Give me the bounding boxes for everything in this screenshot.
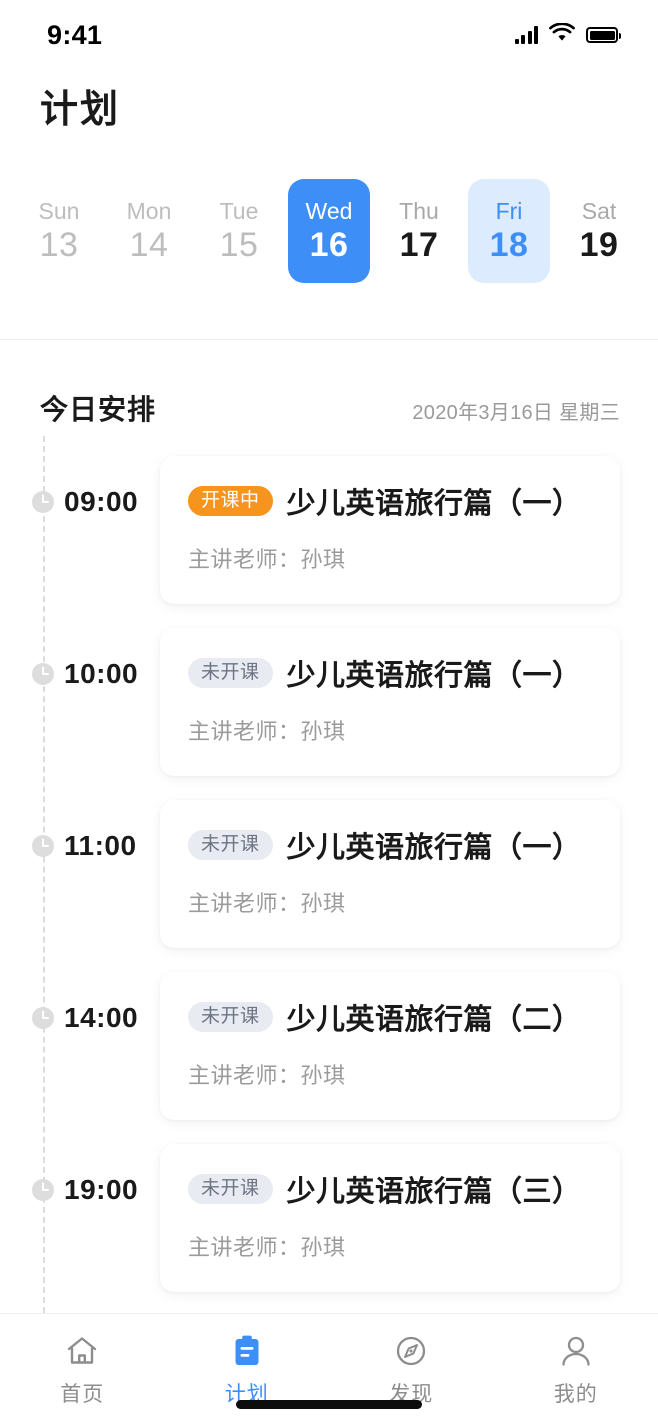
signal-bars-icon [514, 26, 538, 44]
schedule-item-card[interactable]: 开课中 少儿英语旅行篇（一） 主讲老师：孙琪 [160, 455, 620, 604]
compass-icon [392, 1332, 430, 1370]
clock-icon [30, 661, 56, 687]
schedule-item-time-column: 09:00 [0, 456, 160, 518]
day-cell-mon[interactable]: Mon 14 [108, 179, 190, 283]
day-name: Tue [219, 197, 259, 224]
status-badge: 未开课 [188, 1173, 273, 1204]
tab-discover[interactable]: 发现 [329, 1332, 494, 1408]
schedule-item-card-header: 未开课 少儿英语旅行篇（二） [188, 996, 594, 1038]
course-title: 少儿英语旅行篇（一） [286, 659, 582, 692]
schedule-item[interactable]: 10:00 未开课 少儿英语旅行篇（一） 主讲老师：孙琪 [0, 627, 658, 776]
day-name: Fri [495, 197, 523, 224]
tab-label: 我的 [553, 1382, 598, 1406]
schedule-item-time: 10:00 [64, 657, 139, 689]
day-number: 17 [399, 225, 439, 264]
day-number: 14 [129, 225, 169, 264]
course-teacher: 主讲老师：孙琪 [188, 1062, 346, 1088]
day-number: 15 [219, 225, 259, 264]
schedule-item-time: 19:00 [64, 1173, 139, 1205]
tab-plan[interactable]: 计划 [165, 1332, 330, 1408]
course-title: 少儿英语旅行篇（三） [286, 1175, 582, 1208]
clock-icon [30, 1005, 56, 1031]
home-icon [63, 1332, 101, 1370]
day-name: Sun [38, 197, 80, 224]
course-title: 少儿英语旅行篇（一） [286, 487, 582, 520]
schedule-item-card-header: 开课中 少儿英语旅行篇（一） [188, 480, 594, 522]
status-bar-icons [514, 22, 621, 47]
day-number: 13 [39, 225, 79, 264]
schedule-item-card[interactable]: 未开课 少儿英语旅行篇（一） 主讲老师：孙琪 [160, 627, 620, 776]
schedule-item-time-column: 19:00 [0, 1144, 160, 1206]
day-number: 16 [309, 225, 349, 264]
schedule-item-time-column: 14:00 [0, 972, 160, 1034]
schedule-item-time-column: 10:00 [0, 628, 160, 690]
schedule-item[interactable]: 09:00 开课中 少儿英语旅行篇（一） 主讲老师：孙琪 [0, 455, 658, 604]
day-name: Mon [126, 197, 172, 224]
day-cell-tue[interactable]: Tue 15 [198, 179, 280, 283]
schedule-item[interactable]: 14:00 未开课 少儿英语旅行篇（二） 主讲老师：孙琪 [0, 971, 658, 1120]
course-title: 少儿英语旅行篇（一） [286, 831, 582, 864]
schedule-date-label: 2020年3月16日 星期三 [412, 401, 620, 424]
schedule-item-card[interactable]: 未开课 少儿英语旅行篇（一） 主讲老师：孙琪 [160, 799, 620, 948]
schedule-item-time: 14:00 [64, 1001, 139, 1033]
battery-full-icon [586, 27, 621, 43]
day-name: Thu [399, 197, 439, 224]
schedule-section-title: 今日安排 [40, 393, 157, 425]
schedule-item-card[interactable]: 未开课 少儿英语旅行篇（二） 主讲老师：孙琪 [160, 971, 620, 1120]
wifi-icon [549, 22, 575, 47]
schedule-item-card[interactable]: 未开课 少儿英语旅行篇（三） 主讲老师：孙琪 [160, 1143, 620, 1292]
status-badge: 未开课 [188, 829, 273, 860]
day-cell-sun[interactable]: Sun 13 [18, 179, 100, 283]
day-cell-thu[interactable]: Thu 17 [378, 179, 460, 283]
tab-label: 首页 [60, 1382, 105, 1406]
day-cell-fri-highlighted[interactable]: Fri 18 [468, 178, 550, 283]
clock-icon [30, 489, 56, 515]
course-teacher: 主讲老师：孙琪 [188, 546, 346, 572]
status-bar: 9:41 [0, 0, 658, 70]
app-screen: 9:41 计划 Sun 13 Mon 14 Tue 15 Wed 16 Thu … [0, 0, 658, 1425]
course-teacher: 主讲老师：孙琪 [188, 718, 346, 744]
person-icon [557, 1332, 595, 1370]
status-badge: 未开课 [188, 1001, 273, 1032]
day-name: Wed [305, 197, 353, 224]
schedule-item-time-column: 11:00 [0, 800, 160, 862]
day-cell-sat[interactable]: Sat 19 [558, 179, 640, 283]
week-strip: Sun 13 Mon 14 Tue 15 Wed 16 Thu 17 Fri 1… [18, 178, 640, 283]
status-badge: 开课中 [188, 485, 273, 516]
week-selector: Sun 13 Mon 14 Tue 15 Wed 16 Thu 17 Fri 1… [0, 134, 658, 340]
page-title: 计划 [40, 89, 121, 131]
schedule-item-card-header: 未开课 少儿英语旅行篇（一） [188, 824, 594, 866]
schedule-timeline: 09:00 开课中 少儿英语旅行篇（一） 主讲老师：孙琪 10:00 未开课 少… [0, 428, 658, 1313]
course-teacher: 主讲老师：孙琪 [188, 890, 346, 916]
clock-icon [30, 1177, 56, 1203]
day-number: 19 [579, 225, 619, 264]
schedule-item-card-header: 未开课 少儿英语旅行篇（一） [188, 652, 594, 694]
schedule-header: 今日安排 2020年3月16日 星期三 [0, 340, 658, 428]
clock-icon [30, 833, 56, 859]
schedule-item[interactable]: 19:00 未开课 少儿英语旅行篇（三） 主讲老师：孙琪 [0, 1143, 658, 1292]
day-name: Sat [581, 197, 617, 224]
home-indicator[interactable] [236, 1400, 422, 1409]
day-number: 18 [489, 225, 529, 264]
schedule-item-card-header: 未开课 少儿英语旅行篇（三） [188, 1168, 594, 1210]
schedule-item-time: 11:00 [64, 829, 137, 861]
status-badge: 未开课 [188, 657, 273, 688]
course-teacher: 主讲老师：孙琪 [188, 1234, 346, 1260]
clipboard-icon [228, 1332, 266, 1370]
schedule-item-time: 09:00 [64, 485, 139, 517]
status-bar-time: 9:41 [47, 19, 103, 50]
tab-mine[interactable]: 我的 [494, 1332, 658, 1408]
tab-home[interactable]: 首页 [0, 1332, 165, 1408]
schedule-item[interactable]: 11:00 未开课 少儿英语旅行篇（一） 主讲老师：孙琪 [0, 799, 658, 948]
course-title: 少儿英语旅行篇（二） [286, 1003, 582, 1036]
day-cell-wed-selected[interactable]: Wed 16 [288, 178, 370, 283]
